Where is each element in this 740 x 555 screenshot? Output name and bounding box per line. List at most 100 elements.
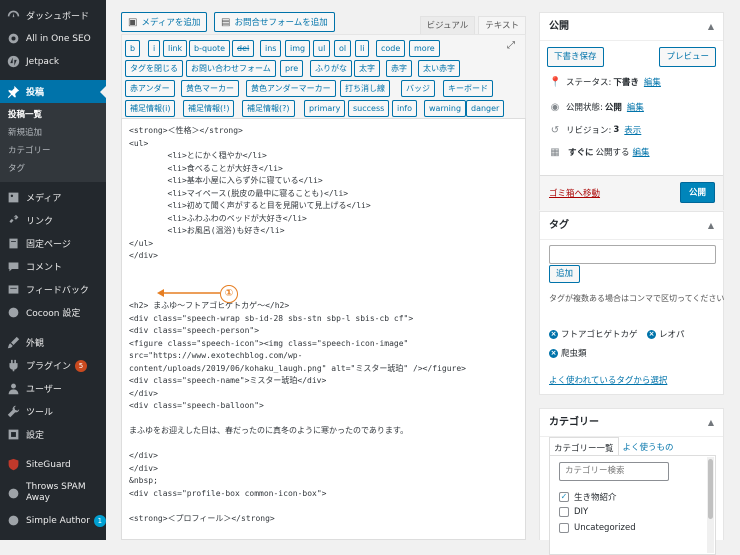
quicktag-button[interactable]: 太字 xyxy=(354,60,380,77)
quicktag-button[interactable]: img xyxy=(285,40,311,57)
tab-visual[interactable]: ビジュアル xyxy=(419,16,476,34)
checkbox[interactable] xyxy=(559,507,569,517)
tab-text[interactable]: テキスト xyxy=(478,16,526,34)
toggle-arrow-icon[interactable]: ▲ xyxy=(708,212,714,240)
menu-pages[interactable]: 固定ページ xyxy=(0,232,106,255)
quicktag-button[interactable]: ins xyxy=(260,40,282,57)
category-search-input[interactable]: カテゴリー検索 xyxy=(559,462,669,481)
submenu-all-posts[interactable]: 投稿一覧 xyxy=(0,106,106,124)
quicktag-button[interactable]: li xyxy=(355,40,370,57)
category-item[interactable]: DIY xyxy=(559,507,588,517)
menu-plugins[interactable]: プラグイン 5 xyxy=(0,354,106,377)
fullscreen-icon[interactable]: ⤢ xyxy=(507,41,517,51)
menu-tools[interactable]: ツール xyxy=(0,400,106,423)
tags-header[interactable]: タグ ▲ xyxy=(540,212,723,240)
checkbox-checked[interactable]: ✓ xyxy=(559,492,569,502)
quicktag-button[interactable]: info xyxy=(392,100,418,117)
checkbox[interactable] xyxy=(559,523,569,533)
quicktag-button[interactable]: 補足情報(?) xyxy=(242,100,295,117)
category-scrollbar[interactable] xyxy=(707,457,714,553)
quicktag-button[interactable]: 太い赤字 xyxy=(418,60,460,77)
pin-icon xyxy=(6,85,20,99)
quicktag-button[interactable]: 赤字 xyxy=(386,60,412,77)
publish-header[interactable]: 公開 ▲ xyxy=(540,13,723,41)
category-box: カテゴリー ▲ カテゴリー一覧 よく使うもの カテゴリー検索 ✓ 生き物紹介 DIY… xyxy=(539,408,724,555)
menu-comments[interactable]: コメント xyxy=(0,255,106,278)
menu-media[interactable]: メディア xyxy=(0,186,106,209)
brush-icon xyxy=(6,336,20,350)
publish-title: 公開 xyxy=(549,21,569,32)
category-item[interactable]: ✓ 生き物紹介 xyxy=(559,491,617,503)
toggle-arrow-icon[interactable]: ▲ xyxy=(708,13,714,41)
quicktag-button[interactable]: 打ち消し線 xyxy=(340,80,390,97)
edit-visibility-link[interactable]: 編集 xyxy=(627,101,644,113)
menu-dashboard[interactable]: ダッシュボード xyxy=(0,4,106,27)
preview-button[interactable]: プレビュー xyxy=(659,47,716,67)
quicktag-button[interactable]: pre xyxy=(280,60,304,77)
menu-users[interactable]: ユーザー xyxy=(0,377,106,400)
quicktag-button[interactable]: b-quote xyxy=(189,40,231,57)
edit-status-link[interactable]: 編集 xyxy=(644,76,661,88)
quicktag-button[interactable]: warning xyxy=(424,100,467,117)
menu-settings[interactable]: 設定 xyxy=(0,423,106,446)
quicktag-button[interactable]: キーボード xyxy=(443,80,493,97)
menu-simple-author[interactable]: Simple Author 1 xyxy=(0,509,106,532)
tag-input[interactable] xyxy=(549,245,716,264)
quicktag-button[interactable]: primary xyxy=(304,100,346,117)
quicktag-button[interactable]: 補足情報(!) xyxy=(183,100,235,117)
visibility-label: 公開状態: xyxy=(566,103,603,113)
tags-help: タグが複数ある場合はコンマで区切ってください xyxy=(549,294,725,303)
submenu-add-new[interactable]: 新規追加 xyxy=(0,124,106,142)
add-form-button[interactable]: ▤ お問合せフォームを追加 xyxy=(214,12,335,32)
revision-view-link[interactable]: 表示 xyxy=(624,124,641,136)
category-header[interactable]: カテゴリー ▲ xyxy=(540,409,723,437)
quicktag-button[interactable]: バッジ xyxy=(401,80,435,97)
submenu-categories[interactable]: カテゴリー xyxy=(0,142,106,160)
submenu-tags[interactable]: タグ xyxy=(0,160,106,178)
quicktag-button[interactable]: more xyxy=(409,40,440,57)
menu-siteguard[interactable]: SiteGuard xyxy=(0,453,106,476)
quicktag-button[interactable]: code xyxy=(376,40,406,57)
text-editor-area[interactable]: <strong>＜性格＞</strong> <ul> <li>とにかく穏やか</… xyxy=(121,118,526,540)
add-media-button[interactable]: ▣ メディアを追加 xyxy=(121,12,208,32)
quicktag-button[interactable]: 赤アンダー xyxy=(125,80,175,97)
quicktag-button[interactable]: 補足情報(i) xyxy=(125,100,176,117)
schedule-row: ▦ すぐに 公開する 編集 xyxy=(549,146,650,159)
quicktag-button[interactable]: link xyxy=(163,40,188,57)
edit-schedule-link[interactable]: 編集 xyxy=(633,146,650,158)
menu-label: All in One SEO xyxy=(26,33,91,44)
quicktag-button[interactable]: 黄色アンダーマーカー xyxy=(246,80,336,97)
remove-tag-icon[interactable]: × xyxy=(549,348,558,358)
remove-tag-icon[interactable]: × xyxy=(647,329,656,339)
menu-cocoon[interactable]: Cocoon 設定 xyxy=(0,301,106,324)
quicktag-button[interactable]: 黄色マーカー xyxy=(181,80,239,97)
menu-spam[interactable]: Throws SPAM Away xyxy=(0,478,106,508)
menu-jetpack[interactable]: Jetpack xyxy=(0,50,106,73)
save-draft-button[interactable]: 下書き保存 xyxy=(547,47,604,67)
menu-links[interactable]: リンク xyxy=(0,209,106,232)
add-tag-button[interactable]: 追加 xyxy=(549,265,581,283)
quicktag-button[interactable]: タグを閉じる xyxy=(125,60,183,77)
menu-appearance[interactable]: 外観 xyxy=(0,331,106,354)
quicktag-button[interactable]: ol xyxy=(334,40,352,57)
menu-aioseo[interactable]: All in One SEO xyxy=(0,27,106,50)
trash-link[interactable]: ゴミ箱へ移動 xyxy=(549,187,600,199)
quicktag-button[interactable]: ul xyxy=(313,40,331,57)
category-item[interactable]: Uncategorized xyxy=(559,523,636,533)
menu-feedback[interactable]: フィードバック xyxy=(0,278,106,301)
quicktag-button[interactable]: del xyxy=(232,40,255,57)
quicktag-button[interactable]: お問い合わせフォーム xyxy=(186,60,276,77)
popular-tags-link[interactable]: よく使われているタグから選択 xyxy=(549,374,667,386)
menu-label: Throws SPAM Away xyxy=(26,482,86,503)
post-editor: ▣ メディアを追加 ▤ お問合せフォームを追加 ビジュアル テキスト ⤢ b i lin… xyxy=(121,12,526,540)
quicktag-button[interactable]: danger xyxy=(466,100,505,117)
remove-tag-icon[interactable]: × xyxy=(549,329,558,339)
quicktag-button[interactable]: i xyxy=(148,40,161,57)
quicktag-button[interactable]: b xyxy=(125,40,141,57)
category-label: Uncategorized xyxy=(574,523,636,533)
publish-button[interactable]: 公開 xyxy=(679,182,715,203)
menu-posts[interactable]: 投稿 xyxy=(0,80,106,103)
toggle-arrow-icon[interactable]: ▲ xyxy=(708,409,714,437)
quicktag-button[interactable]: success xyxy=(348,100,390,117)
quicktag-button[interactable]: ふりがな xyxy=(310,60,352,77)
